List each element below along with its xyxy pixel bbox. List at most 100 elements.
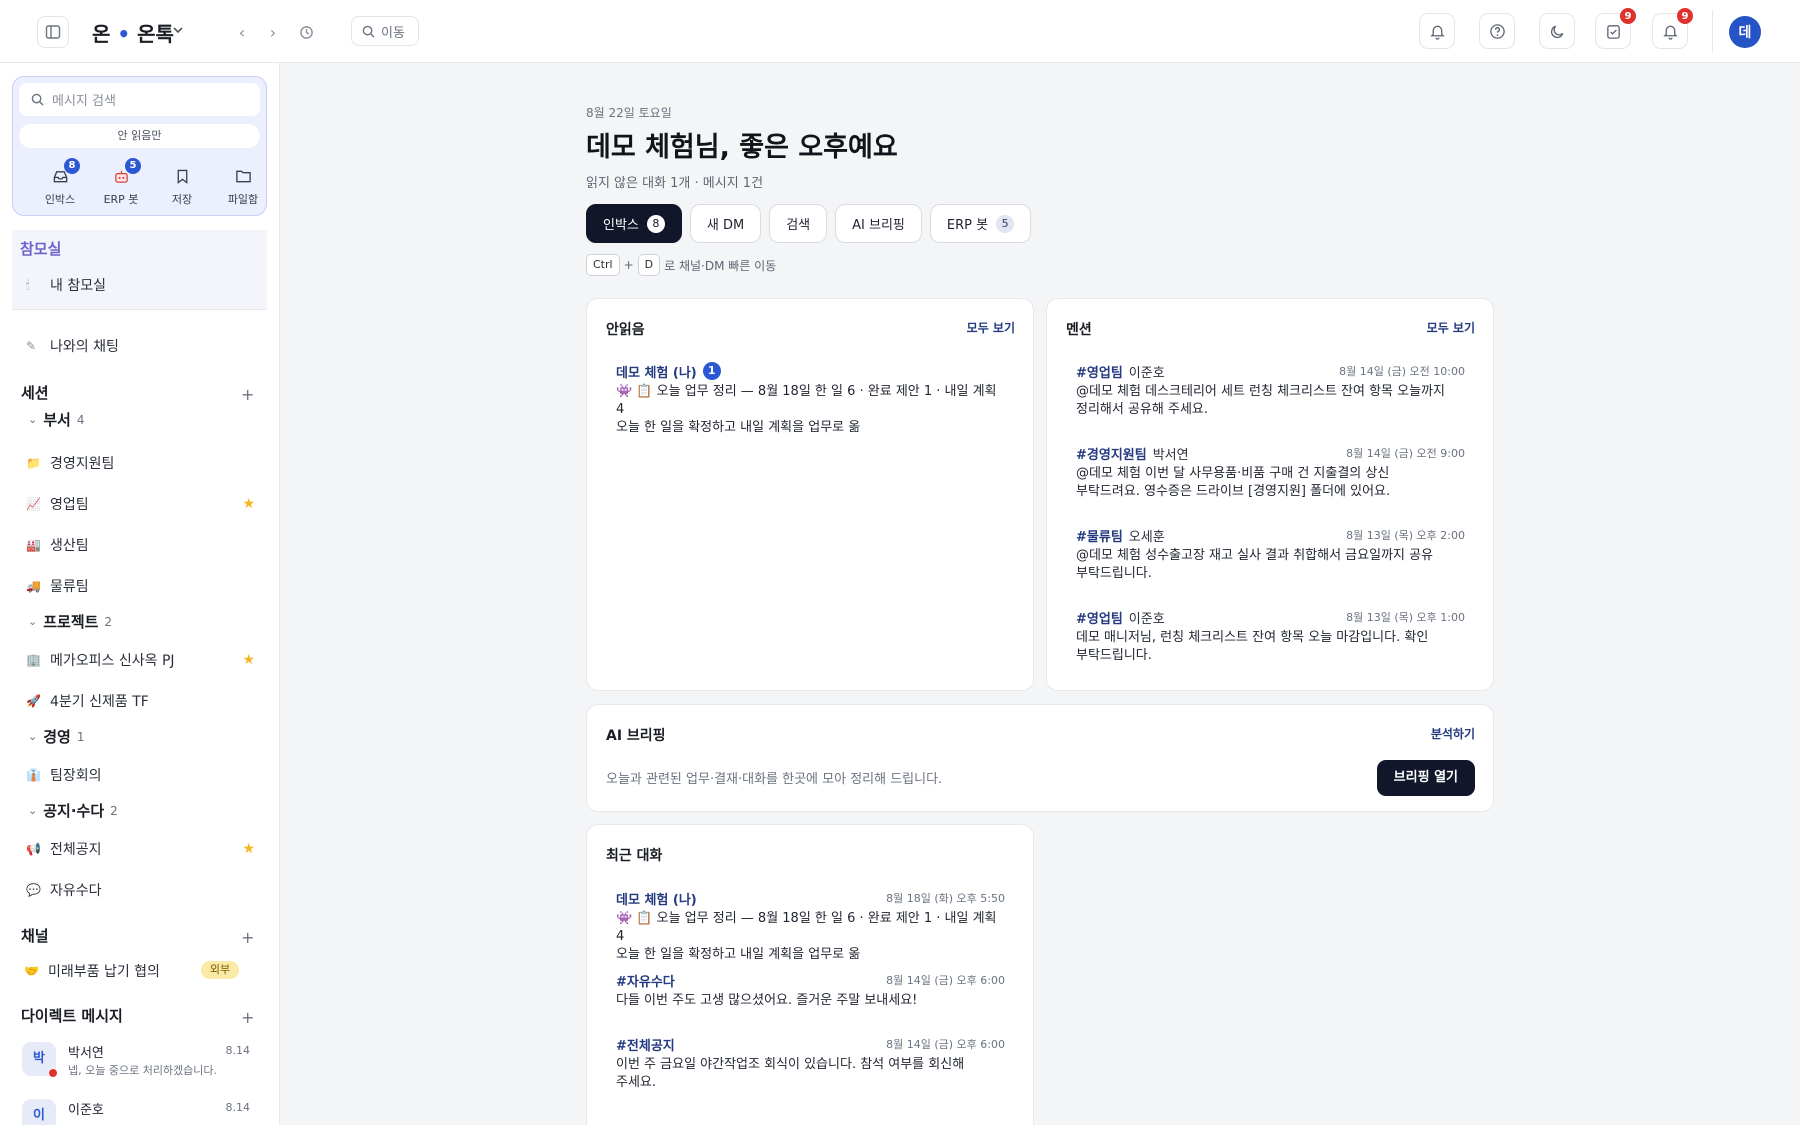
open-briefing-button[interactable]: 브리핑 열기 <box>1376 760 1475 796</box>
help-button[interactable] <box>1479 13 1515 49</box>
chevron-down-icon: ⌄ <box>28 413 38 426</box>
sidebar-item-q4-new-product[interactable]: 🚀 4분기 신제품 TF <box>12 686 267 716</box>
search-button[interactable]: 검색 <box>769 204 828 243</box>
help-icon <box>1489 23 1505 39</box>
dm-date: 8.14 <box>225 1101 251 1114</box>
sidebar-item-label: 영업팀 <box>50 497 89 513</box>
sidebar-item-label: 자유수다 <box>50 883 102 899</box>
goto-label: 이동 <box>381 25 405 41</box>
card-title: 최근 대화 <box>606 848 663 864</box>
star-icon[interactable]: ★ <box>242 652 255 668</box>
quick-erp-bot[interactable]: 5 ERP 봇 <box>91 158 151 207</box>
quick-saved[interactable]: 저장 <box>152 165 212 207</box>
pill-label: 인박스 <box>603 218 639 233</box>
timestamp: 8월 18일 (화) 오후 5:50 <box>886 892 1005 905</box>
view-all-link[interactable]: 모두 보기 <box>1427 319 1475 336</box>
message-preview: 👾 📋 오늘 업무 정리 — 8월 18일 한 일 6 · 완료 제안 1 · … <box>616 911 997 944</box>
megaphone-icon: 📢 <box>26 842 41 856</box>
user-avatar[interactable]: 데 <box>1729 16 1761 48</box>
list-item[interactable]: 데모 체험 (나) 1 👾 📋 오늘 업무 정리 — 8월 18일 한 일 6 … <box>616 362 1005 437</box>
conversation-name: #전체공지 <box>616 1038 675 1054</box>
tab-inbox[interactable]: 인박스 8 <box>586 204 682 243</box>
pill-badge: 5 <box>996 214 1015 233</box>
lamp-icon: 🕯 <box>26 277 30 292</box>
add-session-icon[interactable]: + <box>241 385 254 404</box>
sidebar-item-label: 메가오피스 신사옥 PJ <box>50 653 175 669</box>
notification-settings-button[interactable] <box>1419 13 1455 49</box>
reference-room-title[interactable]: 참모실 <box>20 238 61 259</box>
handshake-icon: 🤝 <box>24 964 39 978</box>
mention-item[interactable]: #영업팀 이준호 8월 14일 (금) 오전 10:00 @데모 체험 데스크테… <box>1076 362 1465 419</box>
moon-icon <box>1550 25 1563 38</box>
channel-name: #영업팀 <box>1076 365 1123 381</box>
recent-item[interactable]: #자유수다 8월 14일 (금) 오후 6:00 다들 이번 주도 고생 많으셨… <box>616 971 1005 1010</box>
divider <box>1712 10 1713 52</box>
tasks-button[interactable]: 9 <box>1595 8 1636 49</box>
sidebar-item-label: 내 참모실 <box>50 278 106 294</box>
new-dm-button[interactable]: 새 DM <box>689 204 762 243</box>
unread-count-badge: 1 <box>702 362 721 380</box>
sidebar-item-free-chat[interactable]: 💬 자유수다 <box>12 875 267 905</box>
group-management[interactable]: ⌄ 경영 1 <box>28 726 84 747</box>
group-label: 경영 <box>43 728 71 746</box>
group-departments[interactable]: ⌄ 부서 4 <box>28 409 84 430</box>
sidebar-toggle-button[interactable] <box>37 16 69 48</box>
dm-item[interactable]: 이 이준호 8.14 <box>22 1097 250 1125</box>
app-brand[interactable]: 온 • 온톡 <box>92 18 174 47</box>
recent-item[interactable]: #전체공지 8월 14일 (금) 오후 6:00 이번 주 금요일 야간작업조 … <box>616 1035 1005 1092</box>
quick-panel: 메시지 검색 안 읽음만 8 인박스 5 ERP 봇 저장 파일함 <box>12 76 267 216</box>
dm-item[interactable]: 박 박서연 8.14 넵, 오늘 중으로 처리하겠습니다. <box>22 1040 250 1090</box>
timestamp: 8월 14일 (금) 오후 6:00 <box>886 974 1005 987</box>
message-preview-cont: 부탁드립니다. <box>1076 648 1152 663</box>
recent-item[interactable]: 데모 체험 (나) 8월 18일 (화) 오후 5:50 👾 📋 오늘 업무 정… <box>616 889 1005 964</box>
mention-item[interactable]: #물류팀 오세훈 8월 13일 (목) 오후 2:00 @데모 체험 성수출고장… <box>1076 526 1465 583</box>
goto-button[interactable]: 이동 <box>351 16 419 46</box>
dm-preview: 넵, 오늘 중으로 처리하겠습니다. <box>68 1064 218 1077</box>
ai-briefing-card: AI 브리핑 분석하기 오늘과 관련된 업무·결재·대화를 한곳에 모아 정리해… <box>586 704 1494 812</box>
star-icon[interactable]: ★ <box>242 496 255 512</box>
chevron-down-icon[interactable] <box>172 24 184 36</box>
erp-bot-button[interactable]: ERP 봇 5 <box>929 204 1032 243</box>
history-icon[interactable] <box>294 20 318 44</box>
sidebar-item-logistics[interactable]: 🚚 물류팀 <box>12 571 267 601</box>
sidebar-item-my-reference[interactable]: 🕯 내 참모실 <box>12 270 267 300</box>
sidebar-item-my-chat[interactable]: ✎ 나와의 채팅 <box>12 331 267 361</box>
message-preview: 👾 📋 오늘 업무 정리 — 8월 18일 한 일 6 · 완료 제안 1 · … <box>616 384 997 417</box>
sidebar-item-all-notice[interactable]: 📢 전체공지 ★ <box>12 834 267 864</box>
unread-only-toggle[interactable]: 안 읽음만 <box>19 124 260 148</box>
theme-toggle-button[interactable] <box>1539 13 1575 49</box>
author-name: 오세훈 <box>1128 529 1165 545</box>
bookmark-icon <box>177 169 187 184</box>
recent-conversations-card: 최근 대화 데모 체험 (나) 8월 18일 (화) 오후 5:50 👾 📋 오… <box>586 824 1034 1125</box>
forward-arrow-icon[interactable]: › <box>261 20 285 44</box>
add-channel-icon[interactable]: + <box>241 928 254 947</box>
sidebar-item-management-support[interactable]: 📁 경영지원팀 <box>12 448 267 478</box>
bell-settings-icon <box>1429 25 1445 40</box>
sidebar-panel-icon <box>45 25 61 39</box>
add-dm-icon[interactable]: + <box>241 1008 254 1027</box>
analyze-link[interactable]: 분석하기 <box>1431 725 1475 742</box>
back-arrow-icon[interactable]: ‹ <box>230 20 254 44</box>
message-search-input[interactable]: 메시지 검색 <box>19 83 260 116</box>
quick-inbox[interactable]: 8 인박스 <box>30 158 90 207</box>
quick-files[interactable]: 파일함 <box>213 165 273 207</box>
group-projects[interactable]: ⌄ 프로젝트 2 <box>28 611 112 632</box>
mention-item[interactable]: #영업팀 이준호 8월 13일 (목) 오후 1:00 데모 매니저님, 런칭 … <box>1076 608 1465 665</box>
card-title: AI 브리핑 <box>606 728 666 744</box>
ai-briefing-button[interactable]: AI 브리핑 <box>835 204 922 243</box>
message-preview: 다들 이번 주도 고생 많으셨어요. 즐거운 주말 보내세요! <box>616 993 918 1008</box>
sidebar-item-leaders-meeting[interactable]: 👔 팀장회의 <box>12 760 267 790</box>
chart-icon: 📈 <box>26 497 41 511</box>
quick-actions: 인박스 8 새 DM 검색 AI 브리핑 ERP 봇 5 <box>586 204 1032 243</box>
sidebar-item-megaoffice[interactable]: 🏢 메가오피스 신사옥 PJ ★ <box>12 645 267 675</box>
sidebar-item-production[interactable]: 🏭 생산팀 <box>12 530 267 560</box>
bell-icon <box>1662 25 1678 40</box>
view-all-link[interactable]: 모두 보기 <box>967 319 1015 336</box>
sidebar-item-sales[interactable]: 📈 영업팀 ★ <box>12 489 267 519</box>
message-preview-cont: 오늘 한 일을 확정하고 내일 계획을 업무로 옮 <box>616 420 861 435</box>
notifications-button[interactable]: 9 <box>1652 8 1693 49</box>
message-preview: @데모 체험 데스크테리어 세트 런칭 체크리스트 잔여 항목 오늘까지 <box>1076 384 1445 399</box>
group-notice-chat[interactable]: ⌄ 공지·수다 2 <box>28 800 118 821</box>
mention-item[interactable]: #경영지원팀 박서연 8월 14일 (금) 오전 9:00 @데모 체험 이번 … <box>1076 444 1465 501</box>
star-icon[interactable]: ★ <box>242 841 255 857</box>
